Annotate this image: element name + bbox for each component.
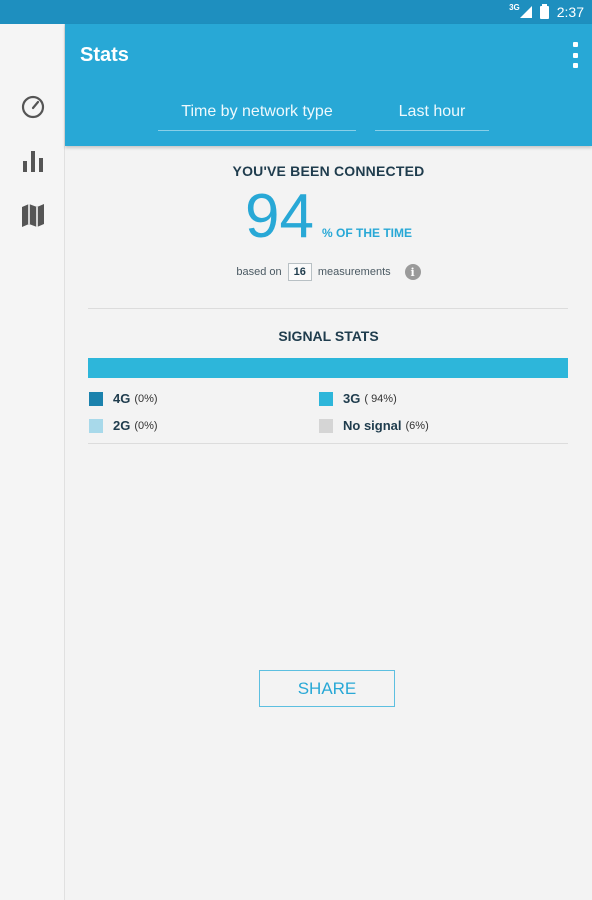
- signal-stats-heading: SIGNAL STATS: [278, 328, 379, 344]
- legend-swatch-no-signal: [319, 418, 333, 433]
- legend-item-3g: 3G ( 94%): [319, 391, 397, 406]
- measurements-line: based on 16 measurements i: [65, 263, 592, 281]
- signal-bar-segment-3g: [88, 358, 540, 378]
- legend-swatch-3g: [319, 391, 333, 406]
- map-icon[interactable]: [18, 200, 48, 230]
- legend-label-4g: 4G: [113, 391, 131, 406]
- percent-suffix: % OF THE TIME: [322, 226, 412, 240]
- speedometer-icon[interactable]: [18, 92, 48, 122]
- share-button[interactable]: SHARE: [259, 670, 395, 707]
- signal-bar-segment-no-signal: [539, 358, 568, 378]
- legend-item-2g: 2G (0%): [89, 418, 158, 433]
- signal-distribution-bar: [88, 358, 568, 378]
- legend-pct-3g: ( 94%): [364, 392, 397, 405]
- clock: 2:37: [556, 4, 584, 20]
- network-type-dropdown[interactable]: Time by network type: [158, 94, 356, 131]
- legend-pct-2g: (0%): [134, 419, 158, 432]
- connected-percent: 94: [245, 182, 314, 251]
- network-type-label: 3G: [509, 2, 520, 12]
- legend-label-no-signal: No signal: [343, 418, 402, 433]
- legend-swatch-2g: [89, 418, 103, 433]
- legend-label-2g: 2G: [113, 418, 131, 433]
- page-title: Stats: [80, 44, 129, 66]
- legend-swatch-4g: [89, 391, 103, 406]
- app-bar: Stats Time by network type Last hour: [65, 24, 592, 146]
- legend-pct-4g: (0%): [134, 392, 158, 405]
- divider: [88, 308, 568, 309]
- divider: [88, 443, 568, 444]
- time-period-dropdown[interactable]: Last hour: [375, 94, 489, 131]
- status-icons: 3G 2:37: [509, 0, 584, 24]
- based-on-label: based on: [236, 266, 282, 278]
- measurements-count: 16: [287, 263, 312, 281]
- status-bar: 3G 2:37: [0, 0, 592, 24]
- bar-chart-icon[interactable]: [18, 146, 48, 176]
- legend-item-4g: 4G (0%): [89, 391, 158, 406]
- legend-pct-no-signal: (6%): [405, 419, 429, 432]
- legend-label-3g: 3G: [343, 391, 361, 406]
- battery-icon: [539, 3, 549, 19]
- overflow-menu-icon[interactable]: [568, 42, 582, 68]
- info-icon[interactable]: i: [404, 264, 421, 280]
- signal-icon: [519, 6, 532, 18]
- side-navigation-rail: [0, 24, 65, 900]
- stats-content: YOU'VE BEEN CONNECTED 94 % OF THE TIME b…: [65, 146, 592, 900]
- measurements-label: measurements: [317, 266, 391, 278]
- connected-heading: YOU'VE BEEN CONNECTED: [232, 163, 425, 179]
- legend-item-no-signal: No signal (6%): [319, 418, 429, 433]
